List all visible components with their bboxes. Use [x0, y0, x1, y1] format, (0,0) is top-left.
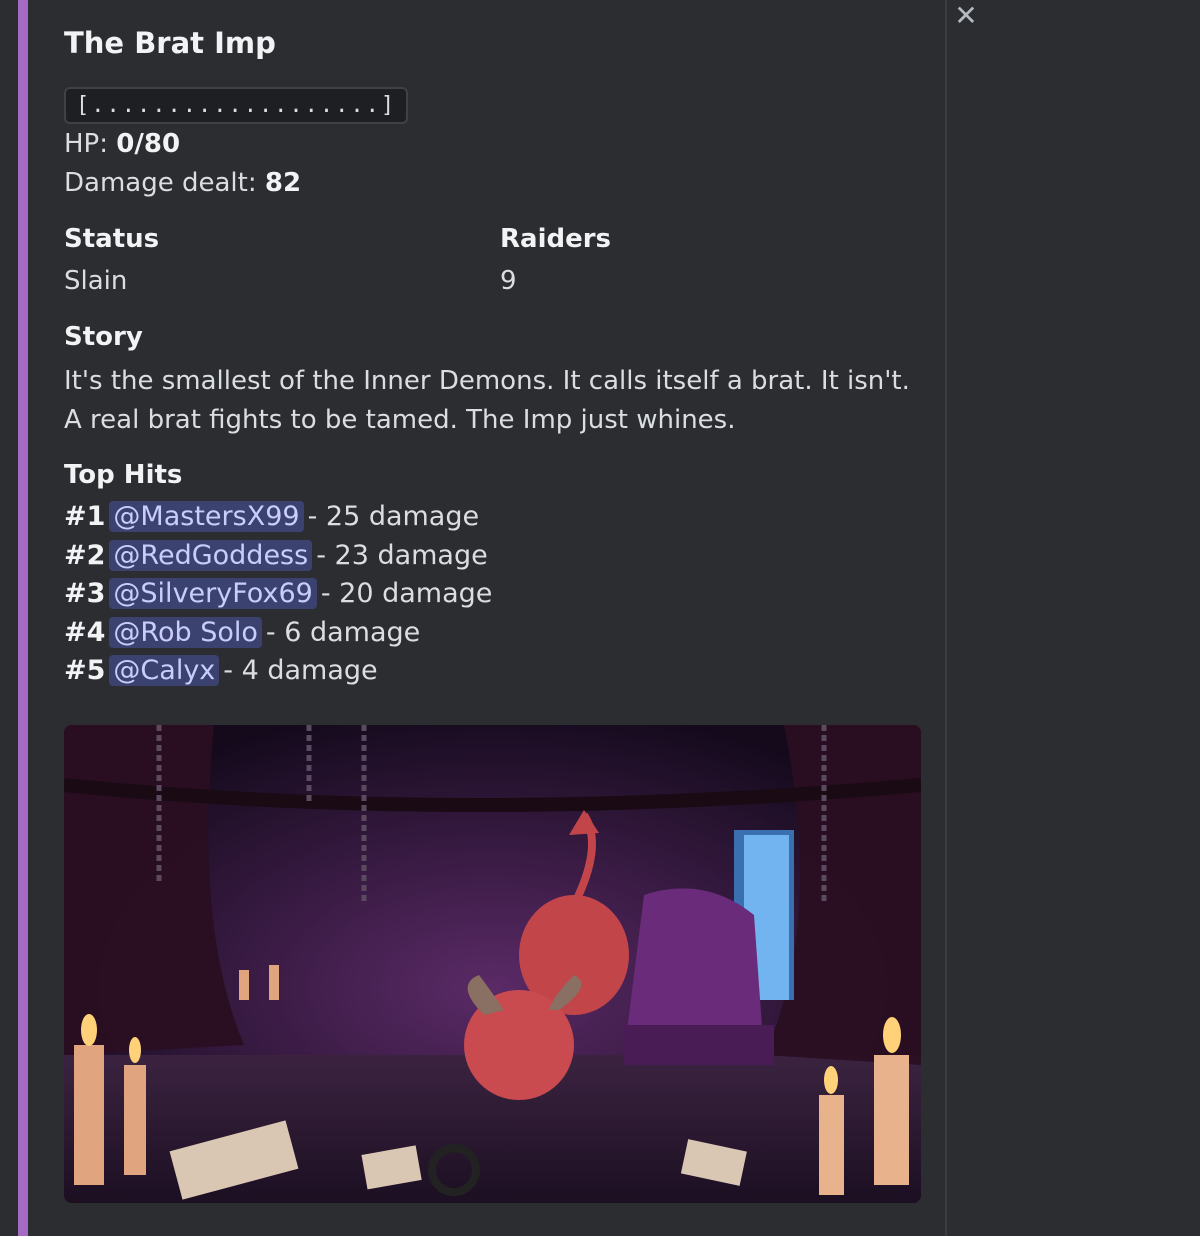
hit-damage: - 4 damage — [223, 655, 378, 686]
raid-embed: The Brat Imp [...................] HP: 0… — [18, 0, 945, 1236]
hit-rank: #1 — [64, 501, 106, 532]
top-hit-row: #3 @SilveryFox69- 20 damage — [64, 576, 492, 612]
panel-divider — [945, 0, 947, 1236]
hit-damage: - 23 damage — [316, 540, 488, 571]
raiders-field-name: Raiders — [500, 224, 612, 254]
imp-illustration-art — [64, 725, 921, 1203]
damage-label: Damage dealt: — [64, 168, 257, 198]
hp-value: 0/80 — [116, 129, 181, 159]
status-field-value: Slain — [64, 266, 128, 296]
status-field-name: Status — [64, 224, 160, 254]
imp-illustration[interactable] — [64, 725, 921, 1203]
hp-label: HP: — [64, 129, 108, 159]
user-mention[interactable]: @RedGoddess — [109, 540, 313, 571]
user-mention[interactable]: @MastersX99 — [109, 501, 304, 532]
hit-damage: - 6 damage — [265, 617, 421, 648]
hit-rank: #3 — [64, 578, 106, 609]
top-hit-row: #5 @Calyx - 4 damage — [64, 653, 378, 689]
user-mention[interactable]: @Rob Solo — [109, 617, 262, 648]
damage-line: Damage dealt: 82 — [64, 166, 301, 200]
top-hit-row: #2 @RedGoddess - 23 damage — [64, 538, 488, 574]
hit-rank: #4 — [64, 617, 106, 648]
hit-damage: - 25 damage — [307, 501, 480, 532]
top-hits-field-name: Top Hits — [64, 460, 183, 490]
hit-damage: - 20 damage — [320, 578, 493, 609]
user-mention[interactable]: @Calyx — [109, 655, 220, 686]
hit-rank: #5 — [64, 655, 106, 686]
story-text: It's the smallest of the Inner Demons. I… — [64, 366, 910, 435]
top-hit-row: #4 @Rob Solo - 6 damage — [64, 615, 420, 651]
story-field-name: Story — [64, 322, 143, 352]
raiders-field-value: 9 — [500, 266, 517, 296]
user-mention[interactable]: @SilveryFox69 — [109, 578, 317, 609]
hp-bar: [...................] — [64, 87, 409, 124]
hit-rank: #2 — [64, 540, 106, 571]
hp-line: HP: 0/80 — [64, 127, 180, 161]
close-icon[interactable]: ✕ — [952, 2, 980, 30]
damage-value: 82 — [264, 168, 302, 198]
top-hit-row: #1 @MastersX99- 25 damage — [64, 499, 479, 535]
embed-title: The Brat Imp — [64, 26, 276, 60]
